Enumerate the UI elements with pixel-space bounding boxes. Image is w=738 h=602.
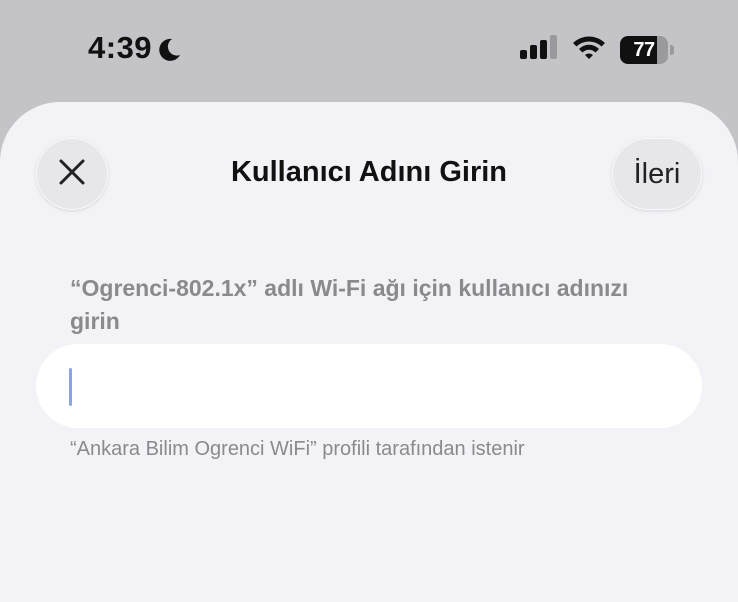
status-time-text: 4:39 — [88, 30, 153, 65]
username-input[interactable] — [36, 344, 702, 428]
moon-icon — [156, 35, 182, 61]
battery-level: 77 — [633, 38, 655, 61]
battery-icon: 77 — [620, 35, 674, 64]
battery-body: 77 — [620, 35, 668, 64]
text-cursor — [69, 368, 72, 406]
profile-footnote: “Ankara Bilim Ogrenci WiFi” profili tara… — [70, 438, 525, 460]
status-bar: 4:39 77 — [0, 0, 738, 100]
username-sheet: Kullanıcı Adını Girin İleri “Ogrenci-802… — [0, 102, 738, 602]
status-time: 4:39 — [88, 30, 182, 66]
signal-icon — [520, 35, 558, 64]
battery-tip — [670, 44, 674, 55]
wifi-icon — [572, 34, 606, 65]
status-icons: 77 — [520, 34, 674, 65]
next-button[interactable]: İleri — [612, 138, 702, 210]
prompt-text: “Ogrenci-802.1x” adlı Wi-Fi ağı için kul… — [70, 275, 629, 334]
